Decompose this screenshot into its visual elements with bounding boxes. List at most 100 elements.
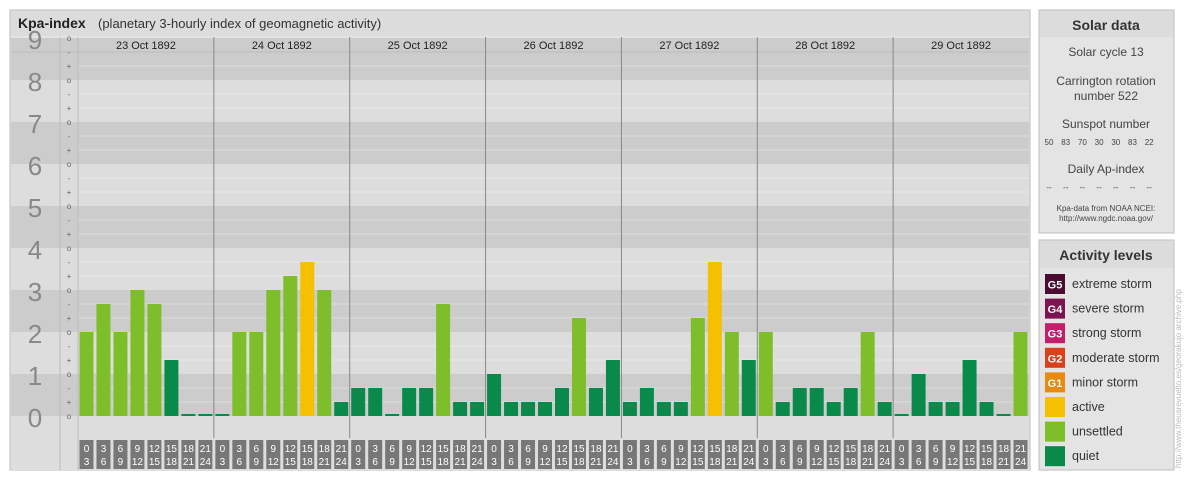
kp-bar bbox=[843, 387, 858, 416]
interval-end-label: 21 bbox=[455, 457, 467, 468]
kp-bar bbox=[945, 402, 960, 416]
interval-start-label: 6 bbox=[661, 444, 667, 455]
interval-end-label: 15 bbox=[692, 457, 704, 468]
y-tick-label: 0 bbox=[28, 403, 42, 433]
legend-title: Activity levels bbox=[1059, 247, 1153, 263]
interval-start-label: 21 bbox=[743, 444, 755, 455]
interval-start-label: 3 bbox=[372, 444, 378, 455]
interval-end-label: 6 bbox=[780, 457, 786, 468]
legend-label: strong storm bbox=[1072, 326, 1141, 340]
interval-end-label: 12 bbox=[947, 457, 959, 468]
interval-end-label: 6 bbox=[237, 457, 243, 468]
chart-subtitle: (planetary 3-hourly index of geomagnetic… bbox=[98, 16, 381, 31]
kp-bar bbox=[181, 414, 196, 416]
legend-swatch bbox=[1045, 446, 1065, 467]
legend-swatch bbox=[1045, 397, 1065, 417]
interval-end-label: 12 bbox=[675, 457, 687, 468]
interval-end-label: 21 bbox=[590, 457, 602, 468]
kp-bar bbox=[758, 332, 773, 416]
interval-end-label: 24 bbox=[200, 457, 212, 468]
y-tick-label: 5 bbox=[28, 193, 42, 223]
kp-bar bbox=[673, 402, 688, 416]
interval-start-label: 0 bbox=[899, 444, 905, 455]
interval-end-label: 18 bbox=[166, 457, 178, 468]
interval-end-label: 21 bbox=[726, 457, 738, 468]
interval-start-label: 0 bbox=[84, 444, 90, 455]
kp-bar bbox=[1013, 332, 1028, 416]
interval-start-label: 0 bbox=[763, 444, 769, 455]
interval-end-label: 18 bbox=[845, 457, 857, 468]
interval-end-label: 21 bbox=[862, 457, 874, 468]
kp-bar bbox=[741, 360, 756, 416]
minor-tick-plus: + bbox=[67, 230, 72, 239]
level-band bbox=[11, 80, 1029, 122]
interval-start-label: 0 bbox=[627, 444, 633, 455]
kp-bar bbox=[962, 360, 977, 416]
minor-tick-o: o bbox=[67, 76, 72, 85]
minor-tick-plus: + bbox=[67, 272, 72, 281]
carrington-line1: Carrington rotation bbox=[1056, 74, 1155, 88]
kp-bar bbox=[283, 276, 298, 416]
interval-end-label: 9 bbox=[797, 457, 803, 468]
interval-start-label: 0 bbox=[491, 444, 497, 455]
kp-bar bbox=[113, 332, 128, 416]
interval-end-label: 18 bbox=[709, 457, 721, 468]
interval-start-label: 18 bbox=[183, 444, 195, 455]
interval-end-label: 15 bbox=[828, 457, 840, 468]
minor-tick-minus: - bbox=[68, 174, 71, 183]
kp-bar bbox=[504, 402, 519, 416]
legend-label: minor storm bbox=[1072, 375, 1138, 389]
ap-value: -- bbox=[1046, 183, 1052, 192]
minor-tick-minus: - bbox=[68, 48, 71, 57]
kp-bar bbox=[79, 332, 94, 416]
day-label: 23 Oct 1892 bbox=[116, 40, 176, 52]
minor-tick-o: o bbox=[67, 118, 72, 127]
level-band bbox=[11, 164, 1029, 206]
interval-end-label: 21 bbox=[998, 457, 1010, 468]
kp-bar bbox=[979, 402, 994, 416]
legend-label: severe storm bbox=[1072, 302, 1144, 316]
interval-end-label: 9 bbox=[661, 457, 667, 468]
interval-end-label: 3 bbox=[627, 457, 633, 468]
level-band bbox=[11, 290, 1029, 332]
interval-start-label: 21 bbox=[472, 444, 484, 455]
level-band bbox=[11, 248, 1029, 290]
day-label: 28 Oct 1892 bbox=[795, 40, 855, 52]
minor-tick-minus: - bbox=[68, 90, 71, 99]
interval-start-label: 18 bbox=[455, 444, 467, 455]
sunspot-value: 30 bbox=[1095, 138, 1104, 147]
minor-tick-minus: - bbox=[68, 258, 71, 267]
day-label: 27 Oct 1892 bbox=[659, 40, 719, 52]
legend-badge: G5 bbox=[1048, 280, 1063, 292]
interval-start-label: 18 bbox=[590, 444, 602, 455]
interval-end-label: 15 bbox=[149, 457, 161, 468]
kp-bar bbox=[130, 290, 145, 416]
interval-end-label: 6 bbox=[372, 457, 378, 468]
interval-start-label: 9 bbox=[950, 444, 956, 455]
interval-end-label: 18 bbox=[438, 457, 450, 468]
legend-badge: G4 bbox=[1048, 304, 1064, 316]
interval-start-label: 18 bbox=[726, 444, 738, 455]
kp-bar bbox=[775, 402, 790, 416]
kp-bar bbox=[198, 414, 213, 416]
interval-end-label: 15 bbox=[285, 457, 297, 468]
interval-end-label: 12 bbox=[132, 457, 144, 468]
interval-start-label: 12 bbox=[964, 444, 976, 455]
day-label: 29 Oct 1892 bbox=[931, 40, 991, 52]
minor-tick-o: o bbox=[67, 412, 72, 421]
interval-start-label: 18 bbox=[862, 444, 874, 455]
minor-tick-o: o bbox=[67, 286, 72, 295]
solar-title: Solar data bbox=[1072, 17, 1140, 33]
interval-end-label: 18 bbox=[981, 457, 993, 468]
interval-end-label: 6 bbox=[508, 457, 514, 468]
minor-tick-plus: + bbox=[67, 188, 72, 197]
kp-bar bbox=[622, 402, 637, 416]
minor-tick-plus: + bbox=[67, 62, 72, 71]
interval-start-label: 9 bbox=[814, 444, 820, 455]
y-tick-label: 3 bbox=[28, 277, 42, 307]
carrington-line2: number 522 bbox=[1074, 89, 1138, 103]
minor-tick-plus: + bbox=[67, 104, 72, 113]
kp-bar bbox=[928, 402, 943, 416]
interval-end-label: 24 bbox=[607, 457, 619, 468]
minor-tick-o: o bbox=[67, 244, 72, 253]
